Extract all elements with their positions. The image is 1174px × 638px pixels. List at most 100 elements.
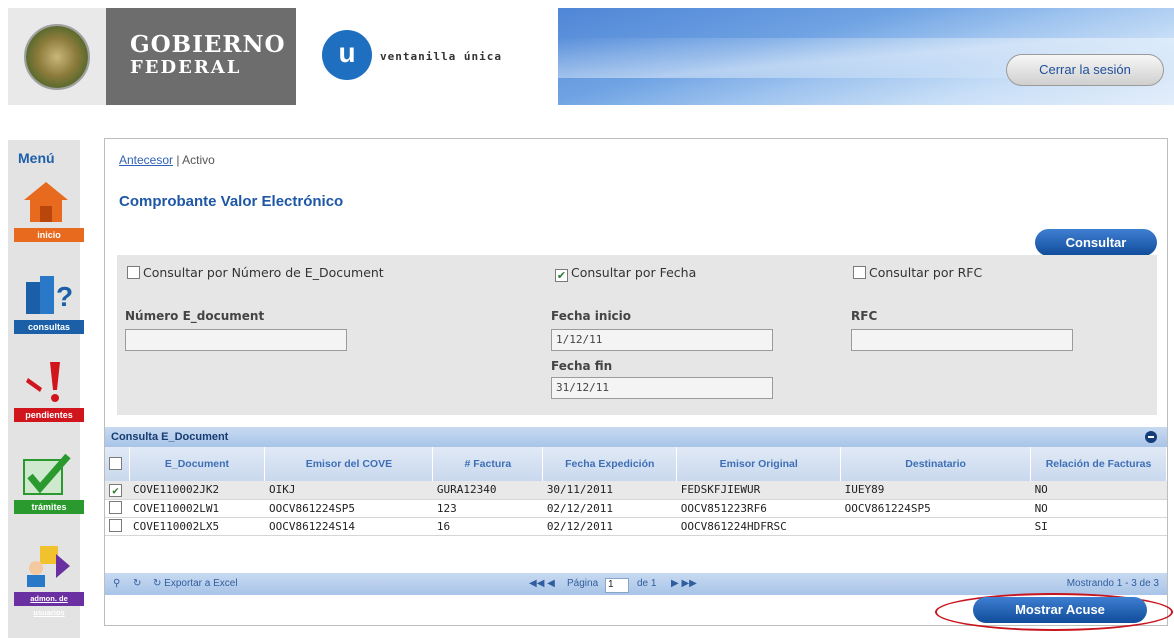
numero-input[interactable] [125,329,347,351]
cell-destinatario: IUEY89 [840,481,1031,500]
cell-fecha-expedicion: 30/11/2011 [542,481,677,500]
menu-item-inicio[interactable]: inicio [14,180,84,242]
pager-page-value[interactable]: 1 [605,578,629,593]
menu-item-tramites[interactable]: trámites [14,452,84,514]
pager-first-prev[interactable]: ◀◀ ◀ [529,578,555,589]
header-select-all[interactable] [105,447,130,481]
pager-page-input[interactable]: 1 [605,576,629,593]
column-header-factura[interactable]: # Factura [432,447,544,481]
cell-emisor-cove: OIKJ [264,481,433,500]
option-numero[interactable]: Consultar por Número de E_Document [127,265,384,280]
side-menu: Menú inicio ? consultas pendientes trámi… [8,140,84,638]
results-table: E_Document Emisor del COVE # Factura Fec… [105,447,1167,536]
option-fecha[interactable]: ✔ Consultar por Fecha [555,265,696,282]
grid-title-text: Consulta E_Document [111,431,229,443]
breadcrumb-separator: | [173,153,183,167]
row-checkbox-cell[interactable] [105,517,129,536]
breadcrumb-current: Activo [182,153,215,167]
column-header-emisor-original[interactable]: Emisor Original [676,447,842,481]
mostrar-acuse-button[interactable]: Mostrar Acuse [973,597,1147,623]
cell-emisor-original: OOCV861224HDFRSC [676,517,841,536]
national-seal-logo [8,8,106,105]
header: Gobierno Federal u ventanilla única Cerr… [8,8,1174,105]
filter-panel: Consultar por Número de E_Document ✔ Cons… [117,255,1157,415]
checkmark-icon [23,453,71,495]
cell-factura: GURA12340 [432,481,543,500]
seal-icon [24,23,90,90]
cell-e-document: COVE110002LW1 [129,499,265,518]
cell-e-document: COVE110002LX5 [129,517,265,536]
svg-text:?: ? [56,281,72,312]
collapse-icon[interactable] [1145,431,1157,443]
rfc-input[interactable] [851,329,1073,351]
menu-label-pendientes: pendientes [14,408,84,422]
cell-emisor-cove: OOCV861224SP5 [264,499,433,518]
vu-logo-text: ventanilla única [380,50,502,63]
row-checkbox-cell[interactable]: ✔ [105,481,129,500]
column-header-e-document[interactable]: E_Document [129,447,266,481]
fecha-inicio-label: Fecha inicio [551,309,632,323]
vu-logo-icon: u [322,30,372,80]
option-fecha-label: Consultar por Fecha [571,265,697,280]
export-excel-button[interactable]: ↻ Exportar a Excel [153,578,238,589]
menu-item-admon-usuarios[interactable]: admon. de usuarios [14,544,84,617]
table-row[interactable]: COVE110002LX5 OOCV861224S14 16 02/12/201… [105,517,1167,536]
row-checkbox[interactable] [109,519,122,532]
cell-emisor-original: OOCV851223RF6 [676,499,841,518]
row-checkbox[interactable]: ✔ [109,484,122,498]
pager-showing-text: Mostrando 1 - 3 de 3 [1066,578,1159,589]
column-header-destinatario[interactable]: Destinatario [840,447,1032,481]
grid-title: Consulta E_Document [105,427,1167,447]
gobierno-federal-logo: Gobierno Federal [106,8,296,105]
row-checkbox-cell[interactable] [105,499,129,518]
results-grid: Consulta E_Document E_Document Emisor de… [105,427,1167,595]
pager-of-label: de 1 [637,578,657,589]
select-all-checkbox[interactable] [108,457,122,470]
question-icon: ? [26,276,72,314]
cell-factura: 123 [432,499,543,518]
column-header-emisor-cove[interactable]: Emisor del COVE [264,447,434,481]
home-icon [24,182,68,222]
page-title: Comprobante Valor Electrónico [119,193,344,210]
menu-item-pendientes[interactable]: pendientes [14,360,84,422]
column-header-fecha-expedicion[interactable]: Fecha Expedición [542,447,678,481]
cell-fecha-expedicion: 02/12/2011 [542,517,677,536]
cell-relacion-facturas: NO [1030,481,1167,500]
option-rfc-label: Consultar por RFC [869,265,983,280]
consultar-button[interactable]: Consultar [1035,229,1157,256]
cell-fecha-expedicion: 02/12/2011 [542,499,677,518]
breadcrumb-link-antecesor[interactable]: Antecesor [119,153,173,167]
ventanilla-unica-logo: u ventanilla única [296,8,558,105]
checkbox-fecha[interactable]: ✔ [555,269,568,282]
table-header-row: E_Document Emisor del COVE # Factura Fec… [105,447,1167,481]
refresh-icon[interactable]: ↻ [133,578,141,589]
cell-factura: 16 [432,517,543,536]
option-numero-label: Consultar por Número de E_Document [143,265,384,280]
export-excel-label: Exportar a Excel [164,578,238,589]
header-banner: Cerrar la sesión [558,8,1174,105]
checkbox-numero[interactable] [127,266,140,279]
row-checkbox[interactable] [109,501,122,514]
gob-line1: Gobierno [130,31,286,58]
cell-emisor-original: FEDSKFJIEWUR [676,481,841,500]
logout-button[interactable]: Cerrar la sesión [1006,54,1164,86]
numero-field-label: Número E_document [125,309,265,323]
menu-label-admon-usuarios: admon. de usuarios [14,592,84,617]
search-icon[interactable]: ⚲ [113,578,120,589]
rfc-field-label: RFC [851,309,878,323]
fecha-fin-input[interactable]: 31/12/11 [551,377,773,399]
option-rfc[interactable]: Consultar por RFC [853,265,982,280]
cell-relacion-facturas: SI [1030,517,1167,536]
checkbox-rfc[interactable] [853,266,866,279]
user-admin-icon [27,546,70,587]
pager-next-last[interactable]: ▶ ▶▶ [671,578,697,589]
table-row[interactable]: COVE110002LW1 OOCV861224SP5 123 02/12/20… [105,499,1167,518]
menu-label-inicio: inicio [14,228,84,242]
fecha-fin-label: Fecha fin [551,359,613,373]
menu-item-consultas[interactable]: ? consultas [14,272,84,334]
table-row[interactable]: ✔ COVE110002JK2 OIKJ GURA12340 30/11/201… [105,481,1167,500]
fecha-inicio-input[interactable]: 1/12/11 [551,329,773,351]
column-header-relacion-facturas[interactable]: Relación de Facturas [1030,447,1167,481]
cell-destinatario: OOCV861224SP5 [840,499,1031,518]
grid-pager: ⚲ ↻ ↻ Exportar a Excel ◀◀ ◀ Página 1 de … [105,573,1167,595]
